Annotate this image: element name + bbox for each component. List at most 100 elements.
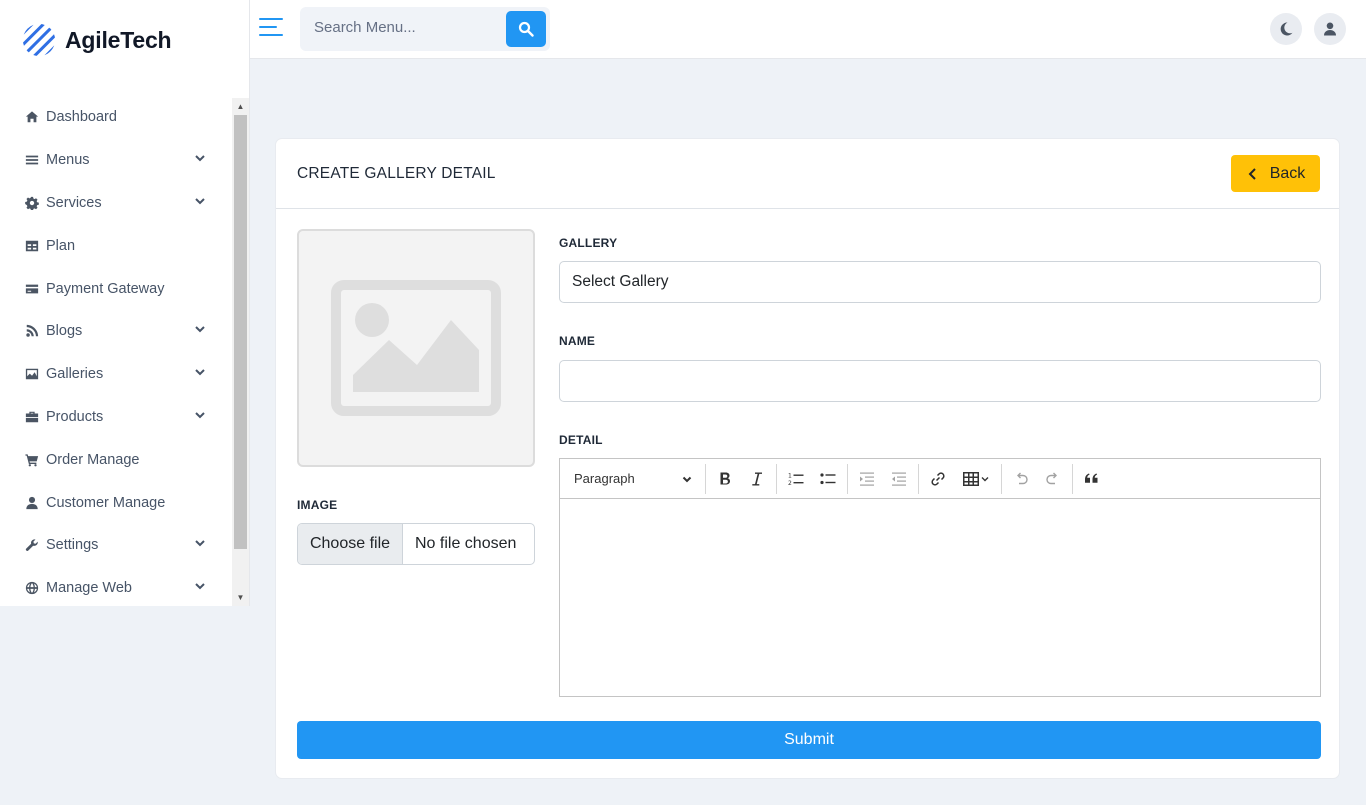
briefcase-icon (24, 409, 40, 425)
chevron-left-icon (1248, 167, 1256, 180)
chevron-down-icon (194, 365, 206, 383)
sidebar-item-label: Dashboard (46, 109, 117, 126)
page-title: CREATE GALLERY DETAIL (297, 165, 496, 182)
sidebar-item-products[interactable]: Products (0, 396, 232, 439)
sidebar-item-menus[interactable]: Menus (0, 139, 232, 182)
sidebar-item-label: Order Manage (46, 451, 140, 468)
globe-icon (24, 580, 40, 596)
brand-name: AgileTech (65, 26, 172, 53)
sidebar-item-label: Settings (46, 537, 99, 554)
paragraph-style-value: Paragraph (574, 471, 635, 486)
topbar (250, 0, 1366, 59)
link-icon (931, 471, 945, 486)
svg-text:2: 2 (788, 480, 792, 487)
sidebar-item-label: Services (46, 194, 102, 211)
toolbar-divider (705, 463, 706, 494)
gallery-label: GALLERY (559, 236, 618, 250)
detail-rich-text-editor: Paragraph 12 (559, 458, 1321, 697)
chevron-down-icon (194, 322, 206, 340)
bars-icon (24, 152, 40, 168)
link-button[interactable] (923, 464, 953, 494)
gallery-select[interactable]: Select Gallery (559, 261, 1321, 303)
sidebar-item-label: Customer Manage (46, 494, 166, 511)
scroll-down-arrow-icon[interactable]: ▼ (232, 589, 249, 606)
redo-button[interactable] (1038, 464, 1068, 494)
detail-label: DETAIL (559, 433, 603, 447)
blockquote-button[interactable] (1077, 464, 1107, 494)
sidebar-item-label: Galleries (46, 366, 104, 383)
undo-icon (1017, 472, 1028, 484)
search-input[interactable] (314, 19, 504, 36)
user-icon (1324, 22, 1336, 36)
profile-button[interactable] (1314, 13, 1346, 45)
sidebar-item-label: Products (46, 408, 104, 425)
outdent-icon (892, 472, 906, 486)
sidebar-item-services[interactable]: Services (0, 182, 232, 225)
submit-button[interactable]: Submit (297, 721, 1321, 759)
moon-icon (1280, 22, 1293, 36)
sidebar-item-galleries[interactable]: Galleries (0, 353, 232, 396)
name-input[interactable] (559, 360, 1321, 402)
blog-icon (24, 323, 40, 339)
choose-file-button[interactable]: Choose file (298, 524, 403, 564)
table-icon (963, 471, 989, 486)
chevron-down-icon (194, 579, 206, 597)
sidebar-item-payment-gateway[interactable]: Payment Gateway (0, 267, 232, 310)
sidebar-item-label: Menus (46, 152, 90, 169)
sidebar-item-settings[interactable]: Settings (0, 524, 232, 567)
back-button[interactable]: Back (1231, 155, 1320, 192)
file-name-text: No file chosen (415, 535, 517, 552)
chevron-down-icon (194, 408, 206, 426)
numbered-list-icon: 12 (788, 472, 804, 487)
image-file-input[interactable]: Choose file No file chosen (297, 523, 535, 565)
theme-toggle-button[interactable] (1270, 13, 1302, 45)
sidebar-item-plan[interactable]: Plan (0, 224, 232, 267)
italic-button[interactable] (742, 464, 772, 494)
home-icon (24, 109, 40, 125)
sidebar: AgileTech Dashboard Menus Services Plan … (0, 0, 250, 606)
sidebar-item-label: Plan (46, 237, 76, 254)
toolbar-divider (1072, 463, 1073, 494)
undo-button[interactable] (1006, 464, 1036, 494)
bullet-list-button[interactable] (813, 464, 843, 494)
editor-content-area[interactable] (560, 499, 1320, 696)
insert-table-button[interactable] (955, 464, 997, 494)
indent-button[interactable] (852, 464, 882, 494)
image-label: IMAGE (297, 498, 338, 512)
toolbar-divider (776, 463, 777, 494)
numbered-list-button[interactable]: 12 (781, 464, 811, 494)
logo-icon (22, 23, 56, 57)
name-label: NAME (559, 334, 596, 348)
sidebar-item-customer-manage[interactable]: Customer Manage (0, 481, 232, 524)
toolbar-divider (847, 463, 848, 494)
create-gallery-detail-card: CREATE GALLERY DETAIL Back IMAGE Choose … (275, 138, 1340, 779)
toolbar-divider (918, 463, 919, 494)
bold-button[interactable] (710, 464, 740, 494)
sidebar-item-label: Payment Gateway (46, 280, 165, 297)
gear-icon (24, 195, 40, 211)
user-icon (24, 495, 40, 511)
scroll-thumb[interactable] (234, 115, 247, 549)
brand[interactable]: AgileTech (0, 0, 249, 80)
sidebar-item-order-manage[interactable]: Order Manage (0, 438, 232, 481)
gallery-select-value: Select Gallery (572, 273, 669, 290)
sidebar-item-label: Manage Web (46, 580, 132, 597)
sidebar-scrollbar[interactable]: ▲ ▼ (232, 98, 249, 606)
search-icon (518, 21, 534, 37)
wrench-icon (24, 537, 40, 553)
svg-text:1: 1 (788, 472, 792, 479)
bullet-list-icon (820, 472, 836, 484)
sidebar-menu: Dashboard Menus Services Plan Payment Ga… (0, 96, 232, 610)
scroll-up-arrow-icon[interactable]: ▲ (232, 98, 249, 115)
menu-toggle-icon[interactable] (259, 18, 283, 40)
search-button[interactable] (506, 11, 546, 47)
paragraph-style-dropdown[interactable]: Paragraph (564, 464, 702, 494)
sidebar-item-manage-web[interactable]: Manage Web (0, 567, 232, 610)
sidebar-item-dashboard[interactable]: Dashboard (0, 96, 232, 139)
outdent-button[interactable] (884, 464, 914, 494)
chevron-down-icon (682, 476, 692, 482)
card-header: CREATE GALLERY DETAIL Back (276, 139, 1339, 209)
sidebar-item-blogs[interactable]: Blogs (0, 310, 232, 353)
back-button-label: Back (1269, 164, 1306, 182)
indent-icon (860, 472, 874, 486)
